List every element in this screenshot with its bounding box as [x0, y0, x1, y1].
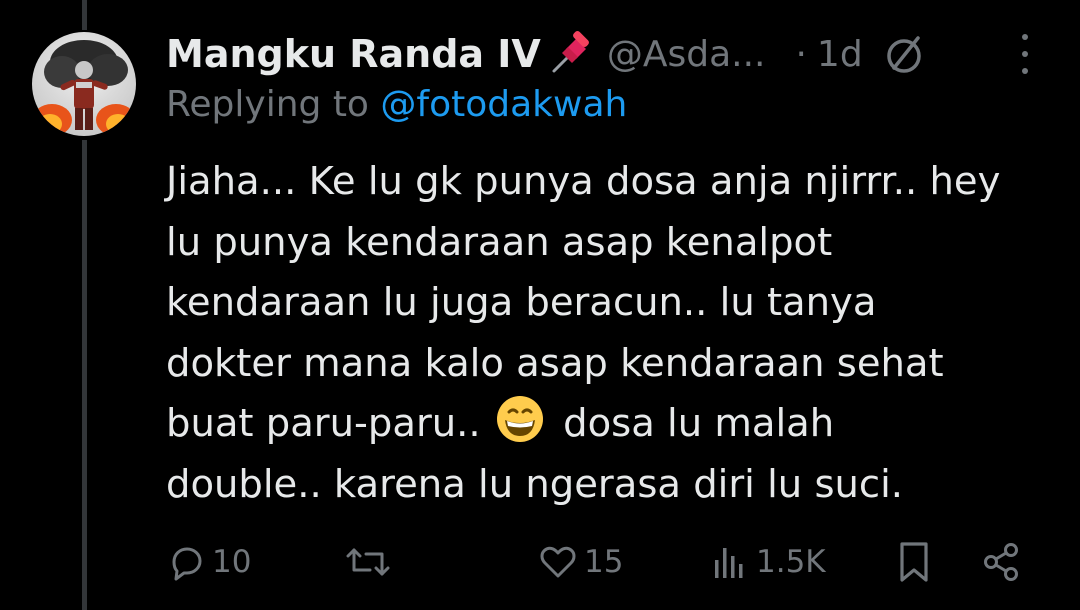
like-button[interactable]: 15: [538, 536, 623, 588]
bookmark-icon: [900, 542, 928, 582]
more-options-icon[interactable]: [1010, 34, 1040, 74]
separator-dot: ·: [795, 33, 807, 75]
share-icon: [984, 543, 1018, 581]
reply-count: 10: [212, 544, 252, 580]
tweet-text: Jiaha... Ke lu gk punya dosa anja njirrr…: [166, 152, 1066, 515]
user-handle[interactable]: @Asda...: [607, 34, 766, 75]
pushpin-icon: [545, 28, 597, 80]
avatar-image: [32, 40, 136, 136]
thread-line-top: [82, 0, 87, 30]
reply-icon: [172, 547, 202, 581]
retweet-button[interactable]: [346, 536, 396, 588]
like-count: 15: [584, 544, 624, 580]
share-button[interactable]: [980, 536, 1022, 588]
display-name[interactable]: Mangku Randa IV: [166, 32, 541, 76]
retweet-icon: [346, 548, 390, 576]
avatar[interactable]: [32, 32, 136, 136]
reply-button[interactable]: 10: [166, 536, 251, 588]
bookmark-button[interactable]: [894, 536, 934, 588]
thread-line: [82, 140, 87, 610]
views-button[interactable]: 1.5K: [710, 536, 826, 588]
more-dot-2: [1022, 51, 1028, 57]
replying-to: Replying to @fotodakwah: [166, 84, 627, 125]
replying-prefix: Replying to: [166, 84, 381, 125]
timestamp[interactable]: 1d: [817, 34, 863, 75]
views-icon: [715, 548, 743, 578]
tweet-actions: 10 15 1.5K: [166, 536, 1046, 588]
replying-to-link[interactable]: @fotodakwah: [380, 84, 627, 125]
tweet-header: Mangku Randa IV @Asda... · 1d: [166, 24, 927, 84]
grinning-face-emoji: [495, 394, 545, 444]
more-dot-3: [1022, 68, 1028, 74]
heart-icon: [540, 546, 576, 578]
blocked-icon: [881, 31, 927, 77]
views-count: 1.5K: [756, 544, 826, 580]
more-dot-1: [1022, 34, 1028, 40]
